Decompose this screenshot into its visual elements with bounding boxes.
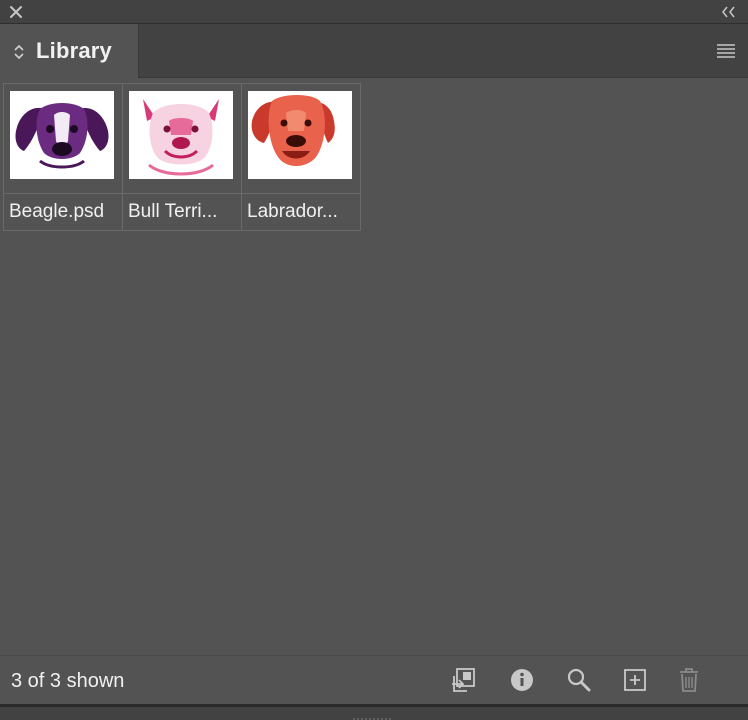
collapse-panel-icon[interactable]: [720, 4, 738, 20]
panel-title: Library: [36, 38, 112, 63]
panel-topbar: [0, 0, 748, 24]
thumbnail-frame: [4, 84, 122, 194]
bull-terrier-thumbnail: [129, 91, 233, 179]
search-icon[interactable]: [565, 666, 593, 694]
trash-icon[interactable]: [675, 666, 703, 694]
thumbnail-frame: [123, 84, 241, 194]
library-item-beagle[interactable]: Beagle.psd: [3, 83, 123, 231]
panel-tab-row: Library: [0, 24, 748, 78]
item-label: Beagle.psd: [9, 201, 105, 222]
place-item-icon[interactable]: [449, 666, 477, 694]
library-item-bull-terrier[interactable]: Bull Terri...: [122, 83, 242, 231]
beagle-thumbnail: [10, 91, 114, 179]
panel-resize-bar[interactable]: [0, 704, 748, 720]
item-count: 3 of 3 shown: [11, 670, 125, 692]
info-icon[interactable]: [508, 666, 536, 694]
item-label: Bull Terri...: [128, 201, 218, 222]
library-grid: Beagle.psd Bull Terri... Labrador...: [3, 83, 361, 231]
panel-menu-icon[interactable]: [716, 43, 736, 59]
library-item-labrador[interactable]: Labrador...: [241, 83, 361, 231]
up-down-arrows-icon: [13, 43, 25, 61]
thumbnail-frame: [242, 84, 360, 194]
resize-grip-icon[interactable]: [353, 712, 393, 720]
close-icon[interactable]: [7, 3, 25, 21]
item-label: Labrador...: [247, 201, 338, 222]
labrador-thumbnail: [248, 91, 352, 179]
tab-library[interactable]: Library: [0, 24, 139, 78]
panel-footer: 3 of 3 shown: [0, 655, 748, 704]
new-item-icon[interactable]: [621, 666, 649, 694]
